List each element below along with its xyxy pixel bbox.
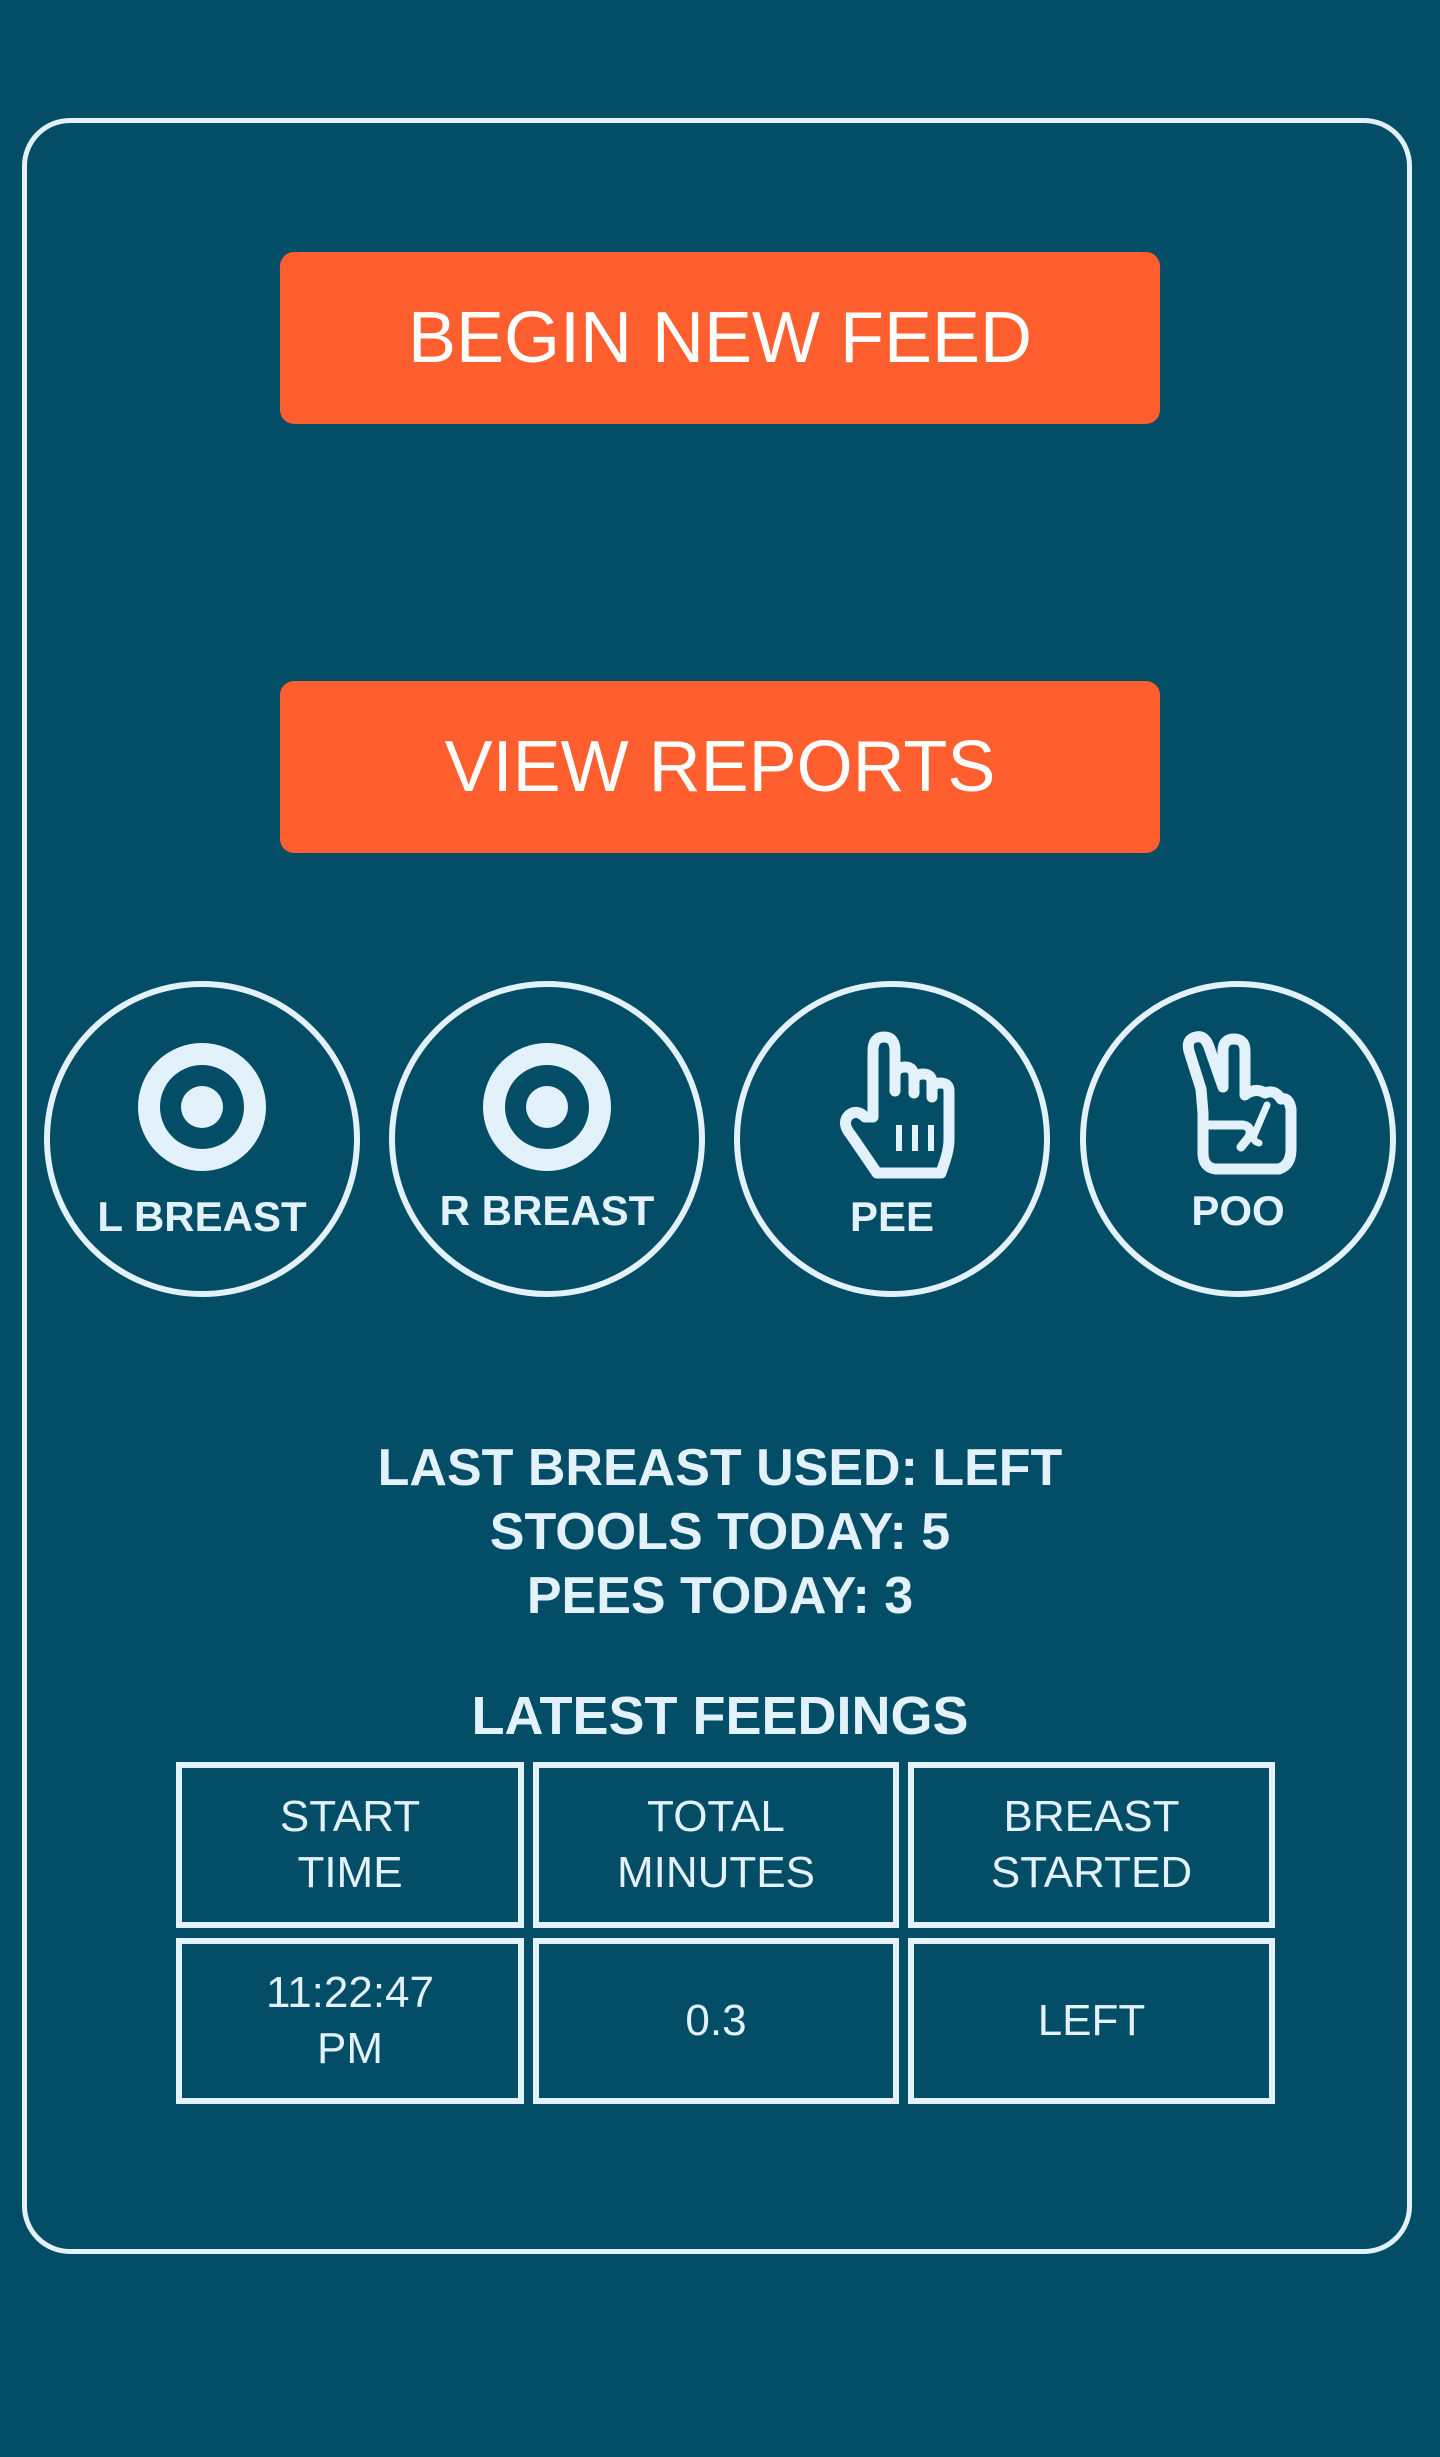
pees-today-text: PEES TODAY: 3 [526, 1567, 914, 1625]
cell-total-minutes: 0.3 [533, 1938, 899, 2104]
r-breast-button[interactable]: R BREAST [389, 981, 705, 1297]
header-breast-started: BREAST STARTED [908, 1762, 1275, 1928]
pointing-hand-icon [840, 1031, 955, 1179]
target-icon [138, 1043, 266, 1171]
l-breast-label: L BREAST [97, 1193, 307, 1240]
header-start-time: START TIME [176, 1762, 524, 1928]
l-breast-button[interactable]: L BREAST [44, 981, 360, 1297]
cell-breast-started: LEFT [908, 1938, 1275, 2104]
latest-feedings-title: LATEST FEEDINGS [471, 1686, 969, 1746]
peace-hand-icon [1182, 1031, 1297, 1175]
begin-new-feed-button[interactable]: BEGIN NEW FEED [280, 252, 1160, 424]
poo-button[interactable]: POO [1080, 981, 1396, 1297]
pee-label: PEE [849, 1193, 935, 1240]
view-reports-button[interactable]: VIEW REPORTS [280, 681, 1160, 853]
target-icon [483, 1043, 611, 1171]
pee-button[interactable]: PEE [734, 981, 1050, 1297]
poo-label: POO [1191, 1187, 1285, 1234]
daily-stats: LAST BREAST USED: LEFT STOOLS TODAY: 5 P… [0, 1436, 1440, 1628]
header-total-minutes: TOTAL MINUTES [533, 1762, 899, 1928]
cell-start-time: 11:22:47 PM [176, 1938, 524, 2104]
last-breast-used-text: LAST BREAST USED: LEFT [377, 1439, 1063, 1497]
stools-today-text: STOOLS TODAY: 5 [489, 1503, 951, 1561]
r-breast-label: R BREAST [439, 1187, 655, 1234]
